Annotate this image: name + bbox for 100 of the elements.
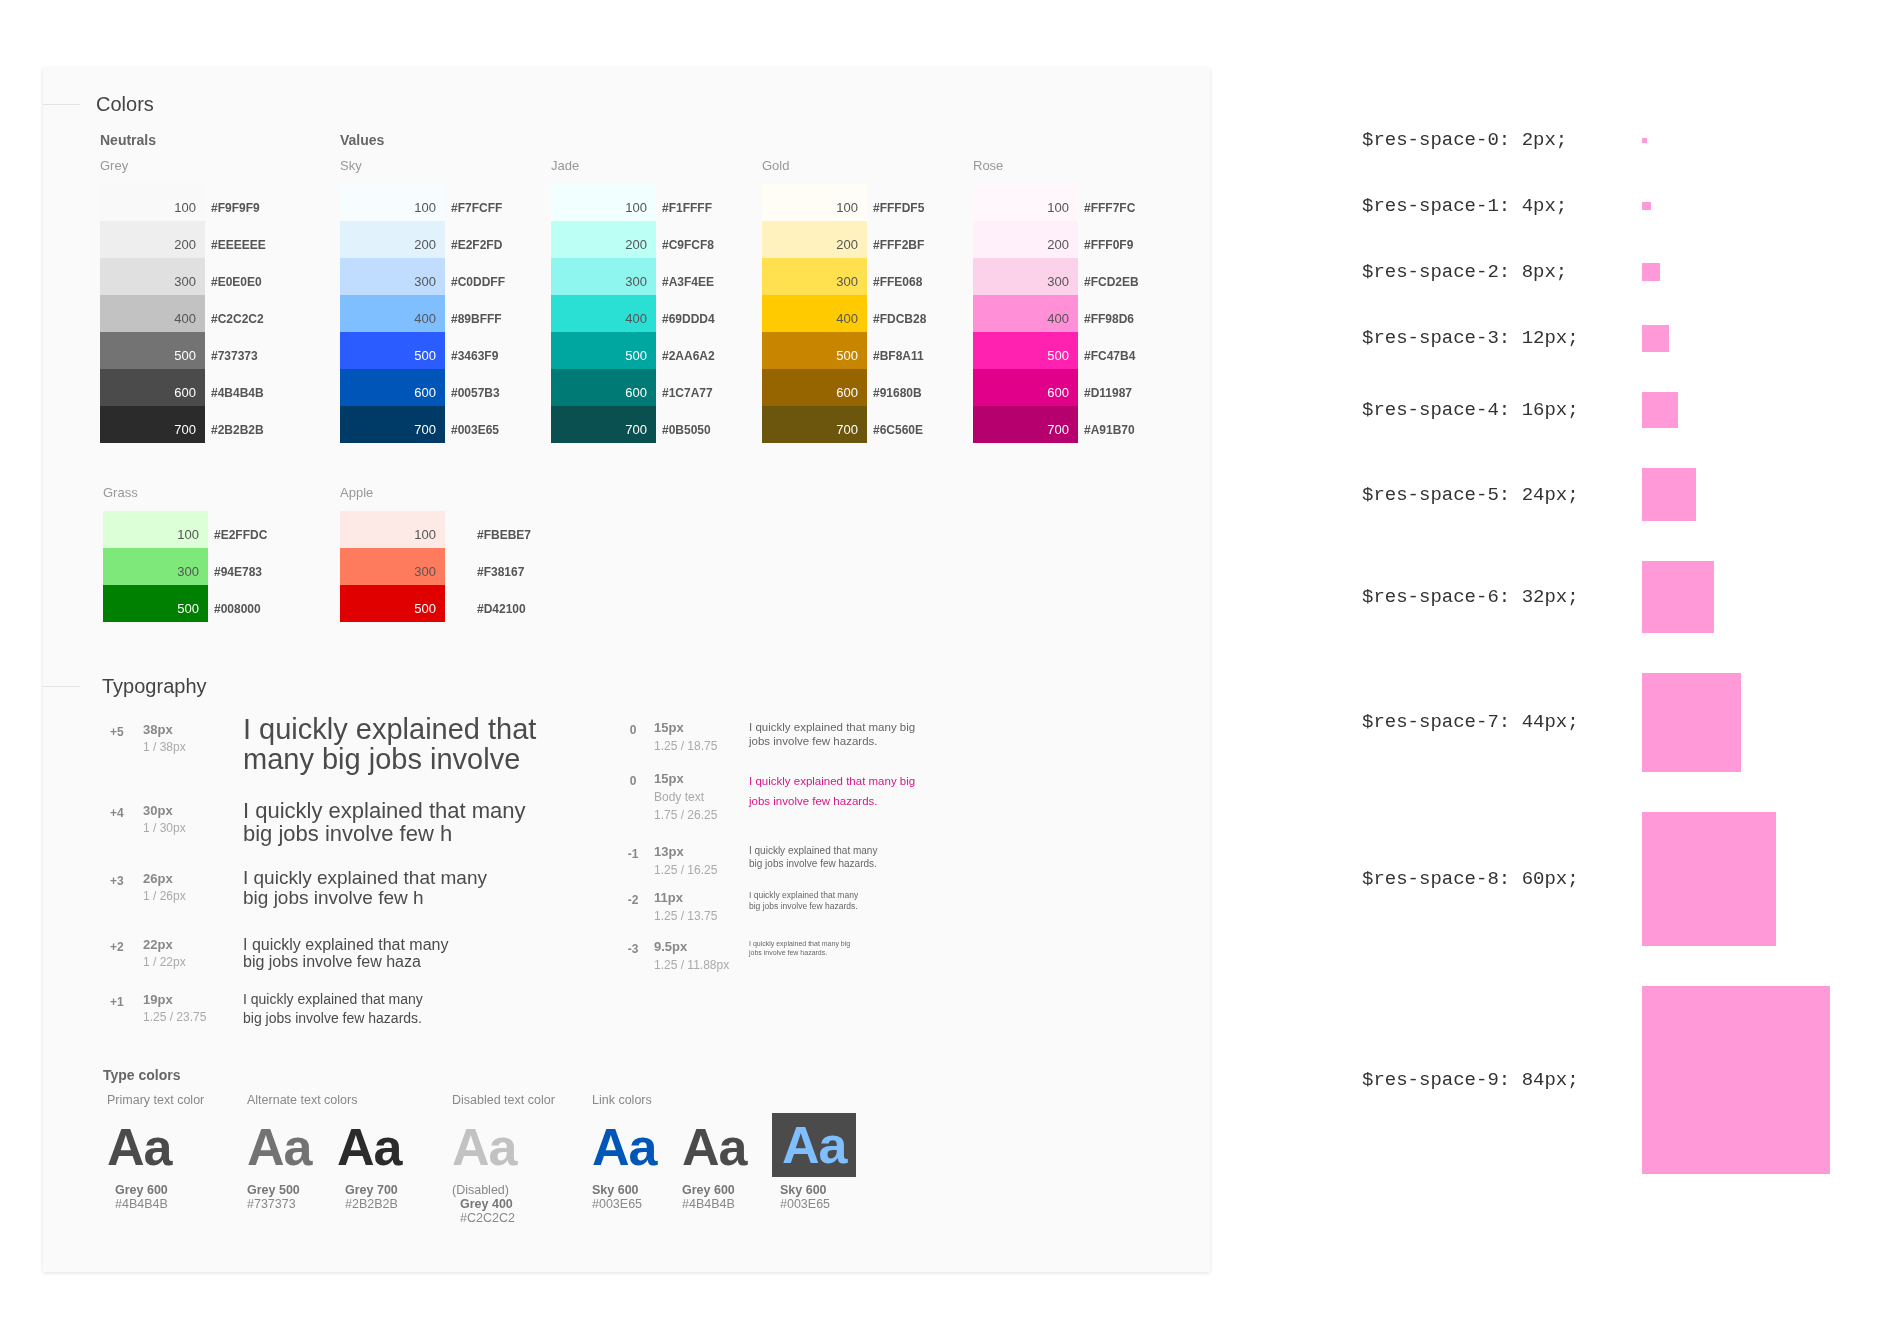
spacing-token: $res-space-0: 2px; bbox=[1362, 129, 1569, 151]
font-size-label: 9.5px bbox=[654, 939, 689, 954]
spacing-token: $res-space-4: 16px; bbox=[1362, 398, 1580, 421]
palette-name: Sky bbox=[340, 158, 363, 174]
spacing-token: $res-space-2: 8px; bbox=[1362, 261, 1569, 283]
text-color-sample: Aa bbox=[782, 1115, 847, 1175]
color-name: Grey 500 bbox=[247, 1183, 300, 1197]
hex-code: #F9F9F9 bbox=[211, 201, 260, 215]
hex-code: #4B4B4B bbox=[211, 386, 264, 400]
hex-code: #4B4B4B bbox=[115, 1197, 168, 1211]
color-swatch: 600 bbox=[762, 369, 867, 406]
spacing-token: $res-space-9: 84px; bbox=[1362, 1069, 1580, 1092]
color-swatch: 300 bbox=[100, 258, 205, 295]
color-name: Grey 700 bbox=[345, 1183, 398, 1197]
hex-code: #C9FCF8 bbox=[662, 238, 714, 252]
hex-code: #0B5050 bbox=[662, 423, 711, 437]
color-swatch: 100 bbox=[340, 511, 445, 548]
spacing-square bbox=[1642, 391, 1678, 428]
color-swatch: 600 bbox=[973, 369, 1078, 406]
scale-step: +4 bbox=[110, 803, 143, 820]
subsection-title: Type colors bbox=[103, 1067, 181, 1083]
hex-code: #FCD2EB bbox=[1084, 275, 1139, 289]
hex-code: #FF98D6 bbox=[1084, 312, 1135, 326]
line-height-label: 1.25 / 16.25 bbox=[654, 863, 719, 877]
line-height-label: 1 / 30px bbox=[143, 821, 187, 835]
hex-code: #FFF7FC bbox=[1084, 201, 1136, 215]
spacing-token: $res-space-7: 44px; bbox=[1362, 711, 1580, 734]
font-size-label: 11px bbox=[654, 890, 684, 905]
hex-code: #F1FFFF bbox=[662, 201, 712, 215]
color-swatch: 200 bbox=[100, 221, 205, 258]
color-swatch: 300 bbox=[762, 258, 867, 295]
line-height-label: 1.25 / 11.88px bbox=[654, 958, 731, 972]
color-name: Grey 600 bbox=[682, 1183, 735, 1197]
type-sample: I quickly explained that many big jobs involve few h bbox=[243, 868, 487, 908]
color-swatch: 700 bbox=[551, 406, 656, 443]
hex-code: #E2F2FD bbox=[451, 238, 503, 252]
type-sample: I quickly explained that many big jobs involve few h bbox=[243, 799, 526, 845]
hex-code: #E0E0E0 bbox=[211, 275, 262, 289]
color-swatch: 300 bbox=[340, 548, 445, 585]
color-swatch: 500 bbox=[551, 332, 656, 369]
hex-code: #EEEEEE bbox=[211, 238, 266, 252]
color-swatch: 600 bbox=[551, 369, 656, 406]
type-sample: I quickly explained that many big jobs involve few hazards. bbox=[749, 890, 859, 912]
hex-code: #008000 bbox=[214, 602, 261, 616]
line-height-label: 1.25 / 13.75 bbox=[654, 909, 719, 923]
color-swatch: 700 bbox=[340, 406, 445, 443]
line-height-label: 1 / 26px bbox=[143, 889, 187, 903]
spacing-token: $res-space-8: 60px; bbox=[1362, 867, 1580, 890]
hex-code: #003E65 bbox=[451, 423, 500, 437]
hex-code: #6C560E bbox=[873, 423, 924, 437]
hex-code: #BF8A11 bbox=[873, 349, 924, 363]
font-size-label: 15px bbox=[654, 720, 685, 735]
type-sample: I quickly explained that many big jobs involve few hazards. bbox=[749, 720, 916, 748]
hex-code: #C0DDFF bbox=[451, 275, 505, 289]
spacing-token: $res-space-3: 12px; bbox=[1362, 327, 1580, 350]
scale-step: -2 bbox=[620, 890, 646, 907]
text-color-sample: Aa bbox=[682, 1117, 747, 1177]
font-size-label: 22px bbox=[143, 937, 174, 952]
hex-code: #FBEBE7 bbox=[477, 528, 532, 542]
group-heading: Neutrals bbox=[100, 132, 158, 150]
scale-step: 0 bbox=[620, 771, 646, 788]
hex-code: #FC47B4 bbox=[1084, 349, 1136, 363]
spacing-token: $res-space-5: 24px; bbox=[1362, 483, 1580, 506]
line-height-label: 1.25 / 23.75 bbox=[143, 1010, 208, 1024]
text-color-sample: Aa bbox=[107, 1117, 172, 1177]
spacing-square bbox=[1642, 263, 1660, 281]
color-name: Grey 400 bbox=[460, 1197, 513, 1211]
color-name: Grey 600 bbox=[115, 1183, 168, 1197]
section-title: Typography bbox=[102, 674, 207, 698]
type-sample: I quickly explained that many big jobs involve few haza bbox=[243, 936, 449, 970]
color-swatch: 300 bbox=[340, 258, 445, 295]
hex-code: #1C7A77 bbox=[662, 386, 713, 400]
hex-code: #C2C2C2 bbox=[211, 312, 264, 326]
scale-step: +3 bbox=[110, 871, 143, 888]
font-size-label: 26px bbox=[143, 871, 174, 886]
color-swatch: 400 bbox=[551, 295, 656, 332]
color-swatch: 400 bbox=[762, 295, 867, 332]
color-swatch: 100 bbox=[973, 184, 1078, 221]
spacing-square bbox=[1642, 325, 1669, 352]
hex-code: #FFF2BF bbox=[873, 238, 925, 252]
hex-code: #FFF0F9 bbox=[1084, 238, 1134, 252]
font-size-label: 13px bbox=[654, 844, 685, 859]
hex-code: #003E65 bbox=[592, 1197, 643, 1211]
palette-name: Rose bbox=[973, 158, 1005, 174]
scale-step: 0 bbox=[620, 720, 646, 737]
hex-code: #F7FCFF bbox=[451, 201, 503, 215]
spacing-token: $res-space-6: 32px; bbox=[1362, 586, 1580, 609]
palette-name: Grass bbox=[103, 485, 139, 501]
hex-code: #69DDD4 bbox=[662, 312, 715, 326]
hex-code: #3463F9 bbox=[451, 349, 499, 363]
color-swatch: 200 bbox=[973, 221, 1078, 258]
text-color-sample: Aa bbox=[592, 1117, 657, 1177]
color-swatch: 500 bbox=[340, 585, 445, 622]
hex-code: #2B2B2B bbox=[211, 423, 264, 437]
color-swatch: 700 bbox=[100, 406, 205, 443]
hex-code: #003E65 bbox=[780, 1197, 831, 1211]
type-sample: I quickly explained that many big jobs involve few hazards. bbox=[243, 990, 423, 1028]
color-swatch: 500 bbox=[973, 332, 1078, 369]
hex-code: #4B4B4B bbox=[682, 1197, 735, 1211]
palette-name: Apple bbox=[340, 485, 375, 501]
